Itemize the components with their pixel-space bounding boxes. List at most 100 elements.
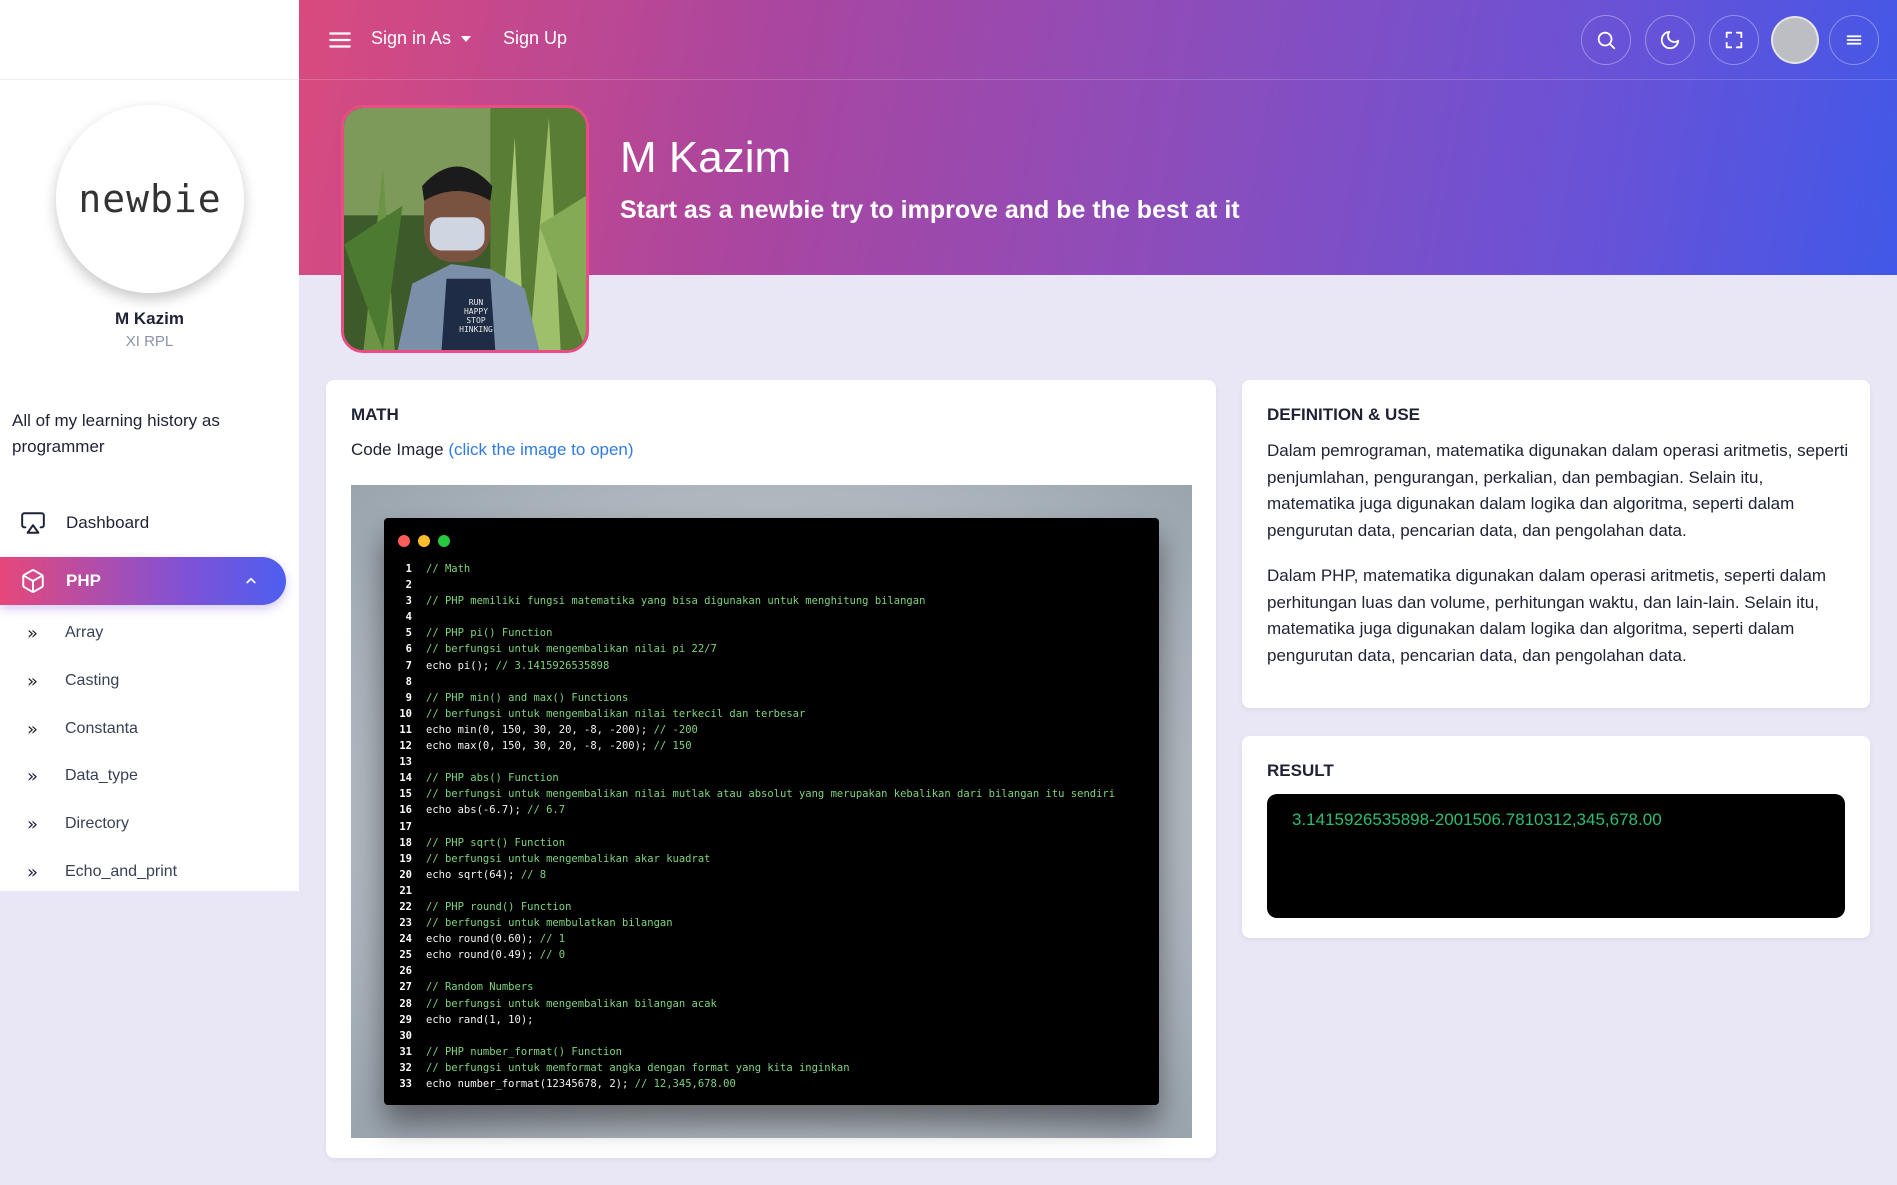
code-line: 29 echo rand(1, 10); — [384, 1012, 1159, 1028]
code-line: 20 echo sqrt(64); // 8 — [384, 867, 1159, 883]
code-line: 15 // berfungsi untuk mengembalikan nilai… — [384, 786, 1159, 802]
sign-up-link[interactable]: Sign Up — [503, 28, 567, 49]
user-avatar[interactable] — [1771, 16, 1819, 64]
minimize-dot-icon — [418, 535, 430, 547]
result-card: RESULT 3.1415926535898-2001506.7810312,3… — [1242, 736, 1870, 938]
code-image[interactable]: 1// Math 2 3// PHP memiliki fungsi matemat… — [351, 485, 1192, 1138]
line-number: 22 — [399, 900, 412, 913]
line-number: 4 — [405, 611, 412, 624]
line-number: 27 — [399, 981, 412, 994]
code-line: 19 // berfungsi untuk mengembalikan akar … — [384, 851, 1159, 867]
line-number: 8 — [405, 675, 412, 688]
code-line: 26 — [384, 963, 1159, 979]
code-line: 1 // Math — [384, 561, 1159, 577]
chevron-up-icon — [246, 577, 256, 584]
double-chevron-right-icon: » — [27, 765, 39, 787]
theme-toggle-button[interactable] — [1645, 15, 1695, 65]
code-comment: // 12,345,678.00 — [628, 1078, 736, 1090]
navbar-divider — [299, 79, 1897, 80]
code-window: 1// Math 2 3// PHP memiliki fungsi matemat… — [384, 518, 1159, 1105]
line-number: 14 — [399, 772, 412, 785]
search-button[interactable] — [1581, 15, 1631, 65]
code-text: // berfungsi untuk membulatkan bilangan — [426, 917, 673, 930]
line-number: 2 — [405, 579, 412, 592]
shirt-line: HAPPY — [463, 307, 489, 316]
sidebar-item-dashboard[interactable]: Dashboard — [0, 499, 286, 547]
photo-shirt-text: RUN HAPPY STOP HINKING — [456, 298, 496, 334]
code-comment: // 1 — [533, 933, 566, 946]
line-number: 31 — [399, 1045, 412, 1058]
code-line: 3 // PHP memiliki fungsi matematika yang … — [384, 593, 1159, 609]
code-comment: // 150 — [647, 740, 692, 753]
math-card-title: MATH — [351, 405, 399, 424]
shirt-line: RUN — [468, 298, 484, 307]
sidebar-subitem-label: Constanta — [65, 720, 138, 737]
code-comment: // -200 — [647, 723, 698, 736]
code-line: 25 echo round(0.49); // 0 — [384, 947, 1159, 963]
code-text: echo number_format(12345678, 2); — [426, 1078, 629, 1090]
line-number: 23 — [399, 917, 412, 930]
code-text: echo max(0, 150, 30, 20, -8, -200); — [426, 740, 648, 753]
profile-name: M Kazim — [620, 133, 792, 182]
code-text: // berfungsi untuk mengembalikan nilai t… — [426, 707, 806, 720]
open-image-link[interactable]: (click the image to open) — [448, 440, 633, 459]
sidebar-subitem[interactable]: » Constanta — [0, 711, 286, 747]
shirt-line: HINKING — [459, 325, 493, 334]
code-line: 30 — [384, 1028, 1159, 1044]
sidebar-subitem-label: Casting — [65, 672, 120, 689]
sidebar-subitem[interactable]: » Directory — [0, 806, 286, 842]
sign-in-label: Sign in As — [371, 28, 452, 48]
double-chevron-right-icon: » — [27, 670, 39, 692]
code-text: // Random Numbers — [426, 981, 534, 994]
double-chevron-right-icon: » — [27, 622, 39, 644]
code-text: // berfungsi untuk mengembalikan nilai p… — [426, 643, 717, 656]
sidebar-subitem[interactable]: » Casting — [0, 663, 286, 699]
sidebar: newbie M Kazim XI RPL All of my learning… — [0, 0, 299, 891]
code-line: 11 echo min(0, 150, 30, 20, -8, -200); //… — [384, 722, 1159, 738]
code-line: 5 // PHP pi() Function — [384, 625, 1159, 641]
sidebar-subitem[interactable]: » Array — [0, 615, 286, 651]
sidebar-subitem[interactable]: » Data_type — [0, 758, 286, 794]
line-number: 11 — [399, 723, 412, 736]
line-number: 1 — [405, 563, 412, 575]
line-number: 3 — [405, 595, 412, 608]
code-line: 14 // PHP abs() Function — [384, 770, 1159, 786]
result-output-box: 3.1415926535898-2001506.7810312,345,678.… — [1267, 794, 1845, 918]
code-line: 27 // Random Numbers — [384, 979, 1159, 995]
line-number: 24 — [399, 933, 412, 946]
sidebar-subitem-label: Echo_and_print — [65, 863, 178, 880]
code-lines: 1// Math 2 3// PHP memiliki fungsi matemat… — [384, 561, 1159, 1092]
code-text: echo abs(-6.7); — [426, 804, 521, 817]
code-line: 16 echo abs(-6.7); // 6.7 — [384, 802, 1159, 818]
code-line: 2 — [384, 577, 1159, 593]
definition-paragraph: Dalam PHP, matematika digunakan dalam op… — [1267, 566, 1827, 665]
line-number: 10 — [399, 707, 412, 720]
fullscreen-icon — [1725, 31, 1743, 49]
definition-card: DEFINITION & USE Dalam pemrograman, mate… — [1242, 380, 1870, 708]
sidebar-logo[interactable]: newbie — [56, 105, 244, 293]
fullscreen-button[interactable] — [1709, 15, 1759, 65]
line-number: 13 — [399, 756, 412, 769]
more-menu-button[interactable] — [1829, 15, 1879, 65]
hamburger-icon[interactable] — [327, 27, 353, 53]
profile-bio: Start as a newbie try to improve and be … — [620, 196, 1240, 224]
code-text: // PHP pi() Function — [426, 627, 553, 640]
sidebar-description: All of my learning history as programmer — [12, 411, 220, 456]
sidebar-logo-text: newbie — [78, 177, 222, 221]
line-number: 26 — [399, 965, 412, 978]
sign-in-dropdown[interactable]: Sign in As — [371, 28, 472, 49]
sidebar-item-php[interactable]: PHP — [0, 557, 286, 605]
sidebar-user-name: M Kazim — [115, 309, 184, 328]
code-text: // PHP min() and max() Functions — [426, 691, 629, 704]
window-dots — [398, 535, 450, 547]
shirt-line: STOP — [466, 316, 486, 325]
code-text: // PHP abs() Function — [426, 772, 559, 785]
line-number: 29 — [399, 1013, 412, 1026]
line-number: 6 — [405, 643, 412, 656]
line-number: 18 — [399, 836, 412, 849]
sidebar-subitem[interactable]: » Echo_and_print — [0, 854, 286, 890]
double-chevron-right-icon: » — [27, 718, 39, 740]
line-number: 15 — [399, 788, 412, 801]
sidebar-subitem-label: Data_type — [65, 767, 138, 784]
code-text: echo rand(1, 10); — [426, 1013, 534, 1026]
